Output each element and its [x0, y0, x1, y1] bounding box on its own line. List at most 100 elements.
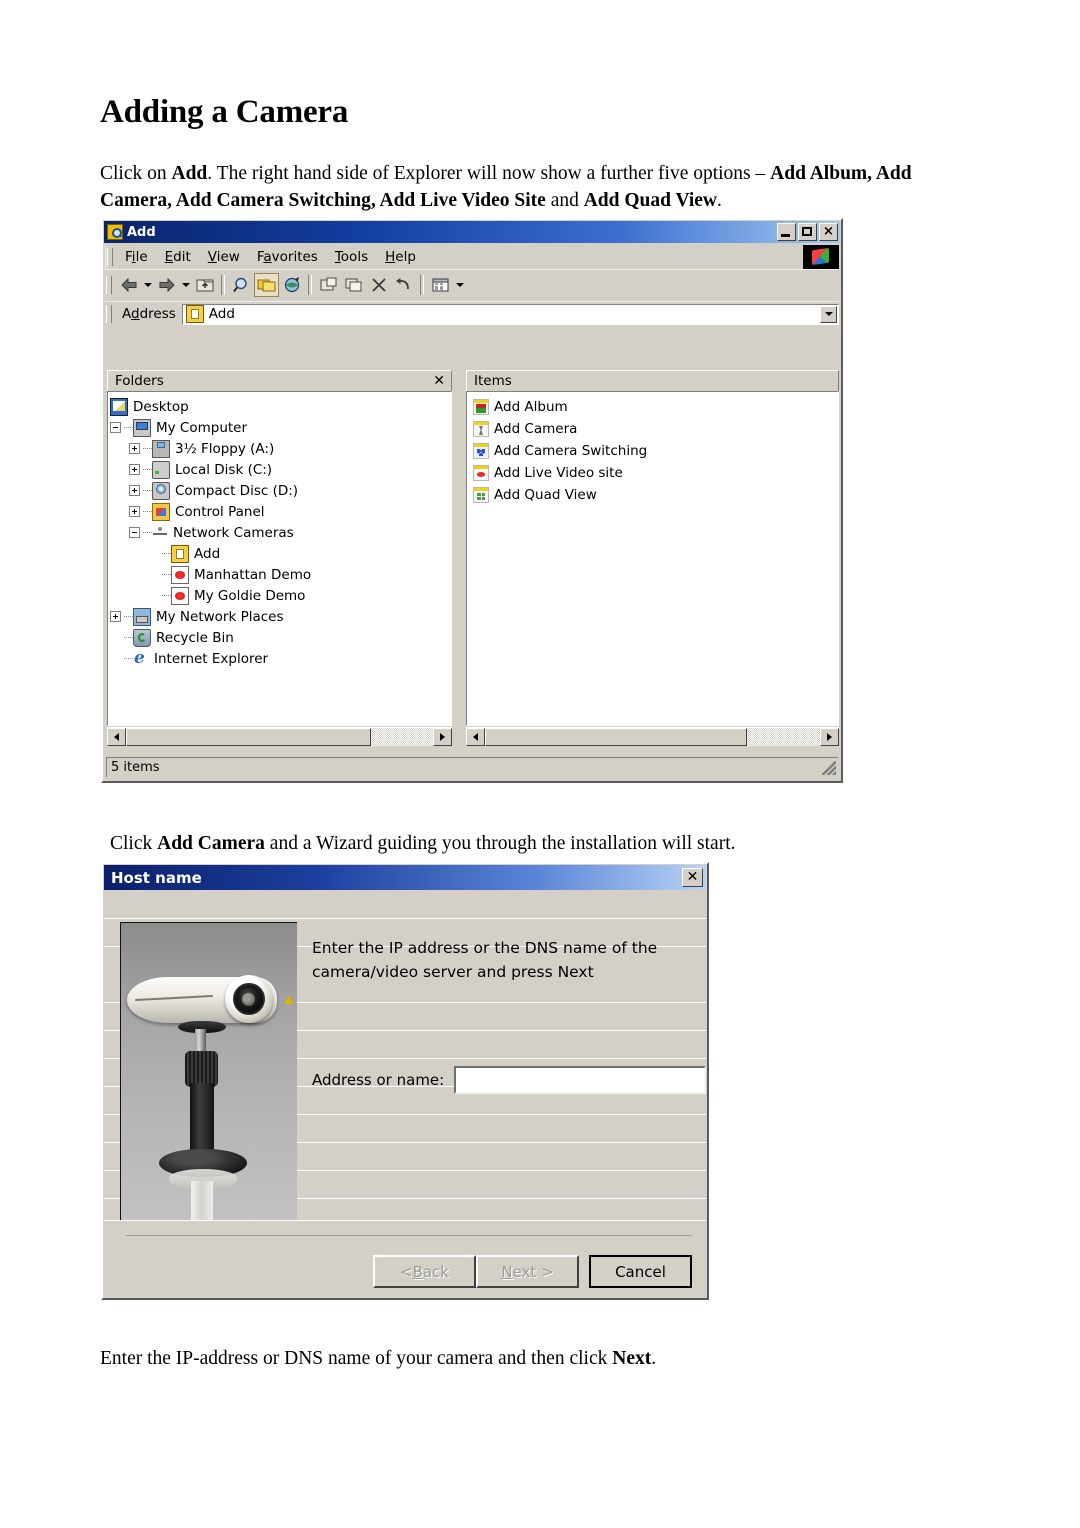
tree-item[interactable]: Local Disk (C:)	[110, 459, 451, 480]
tree-item-label: Internet Explorer	[154, 650, 269, 667]
move-to-button[interactable]	[316, 273, 341, 297]
address-or-name-input[interactable]	[454, 1066, 706, 1094]
close-button[interactable]: ×	[819, 223, 838, 241]
tree-item[interactable]: Network Cameras	[110, 522, 451, 543]
address-input[interactable]: Add	[181, 303, 839, 325]
add-folder-icon	[171, 544, 189, 563]
menu-help[interactable]: Help	[377, 246, 425, 268]
tree-item-label: Add	[194, 545, 221, 562]
expand-icon[interactable]	[129, 464, 140, 475]
addressbar-grip[interactable]	[106, 305, 112, 323]
tree-item[interactable]: 3½ Floppy (A:)	[110, 438, 451, 459]
live-video-icon	[171, 586, 189, 605]
scroll-right-button[interactable]	[820, 728, 839, 746]
list-item[interactable]: Add Quad View	[469, 484, 838, 506]
search-button[interactable]	[229, 273, 254, 297]
status-text: 5 items	[111, 760, 160, 775]
camera-brand-logo	[270, 995, 294, 1006]
scroll-thumb[interactable]	[126, 728, 371, 746]
scroll-right-button[interactable]	[433, 728, 452, 746]
expand-icon[interactable]	[129, 485, 140, 496]
list-item[interactable]: Add Live Video site	[469, 462, 838, 484]
menu-favorites[interactable]: Favorites	[249, 246, 327, 268]
folders-button[interactable]	[254, 273, 279, 297]
forward-dropdown[interactable]	[179, 273, 192, 297]
menu-edit[interactable]: Edit	[157, 246, 200, 268]
list-item-label: Add Camera	[494, 421, 578, 437]
back-dropdown[interactable]	[141, 273, 154, 297]
views-dropdown[interactable]	[453, 273, 466, 297]
tree-connector	[162, 569, 171, 580]
tree-item[interactable]: Internet Explorer	[110, 648, 451, 669]
toolbar-separator	[420, 275, 424, 295]
collapse-icon[interactable]	[129, 527, 140, 538]
next-button[interactable]: Next >	[476, 1255, 579, 1288]
back-button[interactable]	[116, 273, 141, 297]
cancel-button[interactable]: Cancel	[589, 1255, 692, 1288]
collapse-icon[interactable]	[110, 422, 121, 433]
history-button[interactable]	[279, 273, 304, 297]
explorer-window-title: Add	[127, 224, 156, 240]
address-or-name-label: Address or name:	[312, 1071, 445, 1089]
scroll-thumb[interactable]	[485, 728, 747, 746]
list-item[interactable]: Add Album	[469, 396, 838, 418]
minimize-button[interactable]	[777, 223, 796, 241]
menubar-grip[interactable]	[107, 248, 113, 266]
tree-item[interactable]: My Computer	[110, 417, 451, 438]
resize-grip-icon[interactable]	[822, 760, 836, 775]
address-dropdown-button[interactable]	[820, 305, 837, 323]
expand-icon[interactable]	[129, 506, 140, 517]
scroll-track[interactable]	[371, 728, 433, 746]
tree-item-label: My Network Places	[156, 608, 284, 625]
tree-item[interactable]: Control Panel	[110, 501, 451, 522]
tree-item-label: 3½ Floppy (A:)	[175, 440, 275, 457]
forward-arrow-icon	[159, 277, 175, 293]
toolbar-grip[interactable]	[106, 276, 112, 294]
list-item-label: Add Quad View	[494, 487, 597, 503]
menu-tools[interactable]: Tools	[327, 246, 377, 268]
expand-icon[interactable]	[110, 611, 121, 622]
views-button[interactable]	[428, 273, 453, 297]
tree-item[interactable]: Compact Disc (D:)	[110, 480, 451, 501]
explorer-titlebar: Add ×	[104, 221, 840, 243]
scroll-track[interactable]	[747, 728, 820, 746]
items-pane-hscrollbar[interactable]	[466, 727, 839, 748]
tree-item[interactable]: My Network Places	[110, 606, 451, 627]
dialog-close-button[interactable]: ✕	[682, 868, 703, 887]
folders-pane-hscrollbar[interactable]	[107, 727, 452, 748]
forward-button[interactable]	[154, 273, 179, 297]
explorer-window: Add × File Edit View Favorites Tools Hel…	[101, 218, 843, 783]
camera-stand-post	[190, 1083, 214, 1157]
folders-pane-close-icon[interactable]: ✕	[433, 374, 445, 388]
menu-file[interactable]: File	[117, 246, 157, 268]
maximize-button[interactable]	[798, 223, 817, 241]
tree-item[interactable]: My Goldie Demo	[110, 585, 451, 606]
list-item[interactable]: Add Camera Switching	[469, 440, 838, 462]
copy-to-button[interactable]	[341, 273, 366, 297]
up-button[interactable]	[192, 273, 217, 297]
undo-button[interactable]	[391, 273, 416, 297]
list-item-label: Add Camera Switching	[494, 443, 648, 459]
tree-item-label: Control Panel	[175, 503, 265, 520]
right-arrow-icon	[440, 733, 445, 741]
tree-item[interactable]: Recycle Bin	[110, 627, 451, 648]
dialog-button-row: < Back Next > Cancel	[373, 1255, 692, 1288]
folders-pane: Folders ✕ Desktop My Computer 3½ Floppy (A…	[107, 370, 452, 748]
expand-icon[interactable]	[129, 443, 140, 454]
tree-connector	[162, 548, 171, 559]
scroll-left-button[interactable]	[107, 728, 126, 746]
explorer-menubar: File Edit View Favorites Tools Help	[105, 245, 839, 269]
delete-button[interactable]	[366, 273, 391, 297]
add-live-video-site-icon	[473, 465, 489, 481]
back-button[interactable]: < Back	[373, 1255, 476, 1288]
tree-item[interactable]: Desktop	[110, 396, 451, 417]
menu-view[interactable]: View	[200, 246, 249, 268]
tree-connector	[124, 422, 133, 433]
my-computer-icon	[133, 418, 151, 437]
tree-item[interactable]: Manhattan Demo	[110, 564, 451, 585]
list-item[interactable]: Add Camera	[469, 418, 838, 440]
chevron-down-icon	[143, 283, 152, 287]
scroll-left-button[interactable]	[466, 728, 485, 746]
tree-item[interactable]: Add	[110, 543, 451, 564]
toolbar-separator	[308, 275, 312, 295]
